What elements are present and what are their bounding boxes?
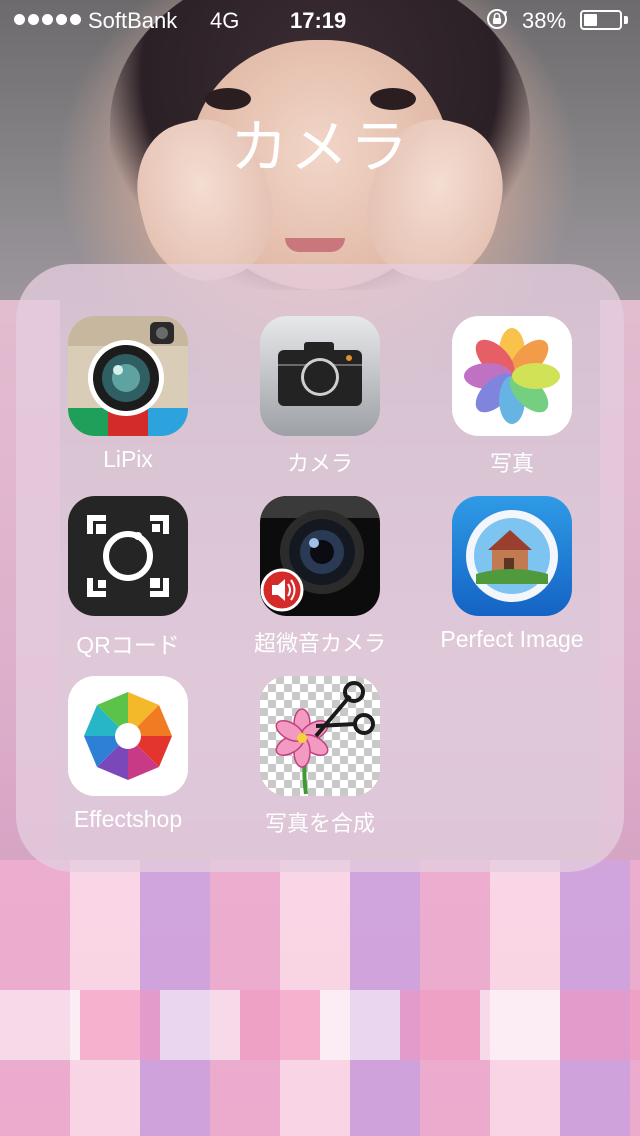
camera-app-icon[interactable] [260, 316, 380, 436]
qr-code-app-icon[interactable] [68, 496, 188, 616]
status-bar: SoftBank 4G 17:19 38% [0, 0, 640, 40]
app-effectshop[interactable]: Effectshop [38, 676, 218, 856]
status-time: 17:19 [290, 8, 347, 33]
folder-title[interactable]: カメラ [0, 100, 640, 184]
lipix-icon[interactable] [68, 316, 188, 436]
app-label: 超微音カメラ [253, 632, 386, 657]
app-label: Perfect Image [440, 626, 584, 652]
carrier-name: SoftBank [88, 8, 178, 33]
perfect-image-app-icon[interactable] [452, 496, 572, 616]
wallpaper-mouth [285, 238, 345, 252]
battery-tip [624, 16, 628, 24]
app-camera[interactable]: カメラ [230, 316, 410, 496]
app-lipix[interactable]: LiPix [38, 316, 218, 496]
effectshop-app-icon[interactable] [68, 676, 188, 796]
app-photo-compose[interactable]: 写真を合成 [230, 676, 410, 856]
app-label: 写真 [489, 452, 534, 477]
battery-percent: 38% [522, 8, 567, 33]
wallpaper-dress-band [0, 990, 640, 1060]
app-label: LiPix [103, 446, 153, 472]
network-type: 4G [210, 8, 240, 33]
app-photos[interactable]: 写真 [422, 316, 602, 496]
app-qr-code[interactable]: QRコード [38, 496, 218, 676]
app-label: カメラ [286, 452, 353, 477]
silent-camera-app-icon[interactable] [260, 496, 380, 616]
app-silent-camera[interactable]: 超微音カメラ [230, 496, 410, 676]
signal-dots-icon [14, 14, 81, 25]
app-label: 写真を合成 [264, 812, 375, 837]
app-perfect-image[interactable]: Perfect Image [422, 496, 602, 676]
photos-app-icon[interactable] [452, 316, 572, 436]
battery-icon [580, 10, 622, 30]
home-screen: SoftBank 4G 17:19 38% カメラ LiPix カメラ 写真 Q… [0, 0, 640, 1136]
app-label: Effectshop [73, 806, 183, 832]
app-label: QRコード [76, 632, 180, 658]
rotation-lock-icon [487, 9, 508, 29]
battery-fill [584, 14, 597, 26]
folder-panel: LiPix カメラ 写真 QRコード 超微音カメラ Perfect Image … [16, 264, 624, 872]
photo-compose-app-icon[interactable] [260, 676, 380, 796]
